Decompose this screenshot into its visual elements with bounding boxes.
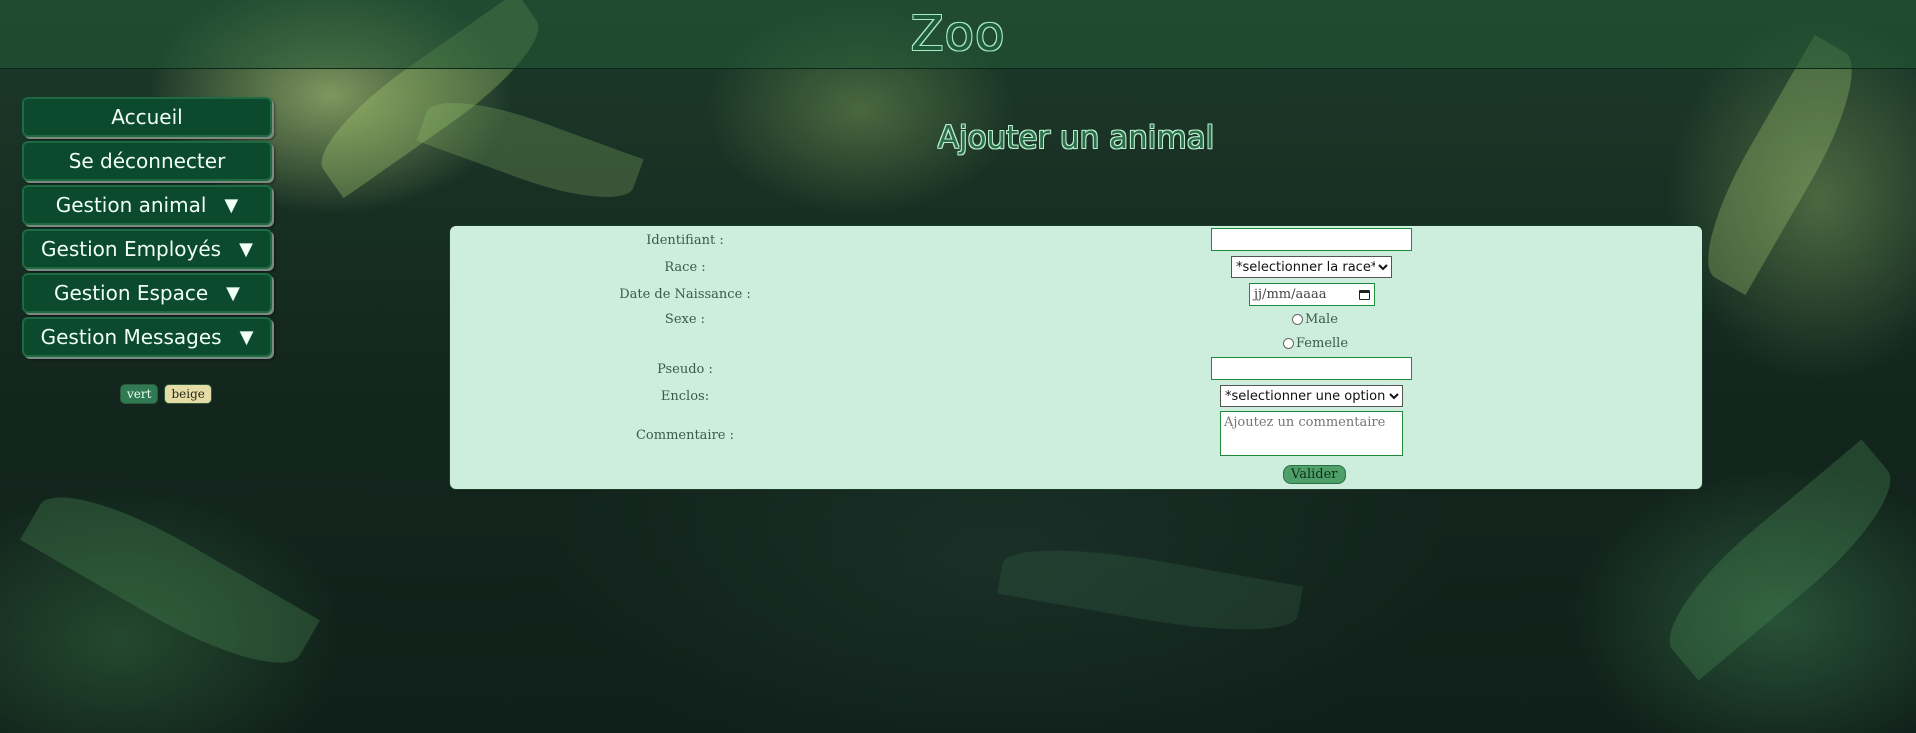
theme-beige-button[interactable]: beige — [164, 384, 212, 404]
background-leaf — [997, 534, 1303, 646]
date-placeholder: jj/mm/aaaa — [1254, 287, 1327, 302]
dropdown-arrow-icon: ▼ — [226, 282, 241, 304]
theme-vert-button[interactable]: vert — [120, 384, 159, 404]
radio-male-label: Male — [1305, 312, 1338, 327]
nav-label: Se déconnecter — [68, 149, 226, 173]
sidebar-nav: Accueil Se déconnecter Gestion animal ▼ … — [22, 97, 272, 361]
nav-label: Gestion Messages — [40, 325, 222, 349]
calendar-icon[interactable] — [1359, 289, 1370, 300]
dropdown-arrow-icon: ▼ — [239, 326, 254, 348]
nav-label: Gestion animal — [55, 193, 207, 217]
page-title: Ajouter un animal — [937, 120, 1215, 156]
dropdown-arrow-icon: ▼ — [224, 194, 239, 216]
nav-gestion-espace-dropdown[interactable]: Gestion Espace ▼ — [22, 273, 272, 313]
race-select[interactable]: *selectionner la race* — [1231, 256, 1392, 278]
sexe-label: Sexe : — [664, 312, 706, 327]
commentaire-label: Commentaire : — [635, 428, 735, 443]
valider-button[interactable]: Valider — [1283, 465, 1346, 484]
sexe-femelle-option[interactable]: Femelle — [1283, 336, 1348, 351]
radio-femelle-label: Femelle — [1296, 336, 1349, 351]
identifiant-input[interactable] — [1211, 228, 1412, 251]
sexe-male-option[interactable]: Male — [1292, 312, 1338, 327]
radio-male[interactable] — [1292, 314, 1303, 325]
nav-accueil-button[interactable]: Accueil — [22, 97, 272, 137]
nav-gestion-animal-dropdown[interactable]: Gestion animal ▼ — [22, 185, 272, 225]
date-naissance-input[interactable]: jj/mm/aaaa — [1249, 283, 1375, 306]
identifiant-label: Identifiant : — [646, 233, 724, 248]
pseudo-input[interactable] — [1211, 357, 1412, 380]
race-label: Race : — [664, 260, 706, 275]
background-leaf — [20, 470, 320, 690]
radio-femelle[interactable] — [1283, 338, 1294, 349]
nav-gestion-messages-dropdown[interactable]: Gestion Messages ▼ — [22, 317, 272, 357]
background-leaf — [1684, 34, 1876, 296]
nav-gestion-employes-dropdown[interactable]: Gestion Employés ▼ — [22, 229, 272, 269]
theme-switcher: vert beige — [120, 384, 212, 404]
site-logo[interactable]: Zoo — [0, 6, 1916, 62]
pseudo-label: Pseudo : — [657, 362, 713, 377]
enclos-select[interactable]: *selectionner une option* — [1220, 385, 1403, 407]
nav-logout-button[interactable]: Se déconnecter — [22, 141, 272, 181]
add-animal-form: Identifiant : Race : *selectionner la ra… — [449, 225, 1703, 490]
dropdown-arrow-icon: ▼ — [239, 238, 253, 260]
nav-label: Accueil — [111, 105, 183, 129]
date-naissance-label: Date de Naissance : — [619, 287, 751, 302]
enclos-label: Enclos: — [660, 389, 710, 404]
site-header: Zoo — [0, 0, 1916, 69]
nav-label: Gestion Espace — [53, 281, 209, 305]
nav-label: Gestion Employés — [41, 237, 222, 261]
commentaire-textarea[interactable] — [1220, 411, 1403, 456]
